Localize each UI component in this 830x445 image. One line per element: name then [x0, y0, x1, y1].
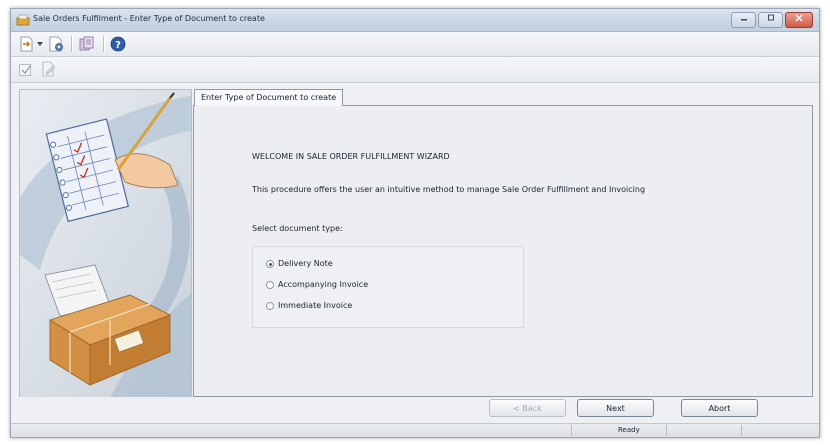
back-button[interactable]: < Back: [489, 399, 566, 417]
close-button[interactable]: [785, 12, 813, 28]
app-icon: [16, 14, 30, 26]
wizard-tab-area: Enter Type of Document to create WELCOME…: [193, 89, 813, 397]
main-toolbar: ?: [11, 32, 819, 57]
radio-checked-icon[interactable]: [266, 259, 274, 268]
database-icon[interactable]: [78, 36, 96, 52]
wizard-panel: WELCOME IN SALE ORDER FULFILLMENT WIZARD…: [193, 105, 813, 397]
close-icon: [795, 14, 803, 22]
dropdown-arrow-icon[interactable]: [37, 42, 43, 47]
radio-label: Immediate Invoice: [278, 301, 353, 310]
document-type-group: Delivery Note Accompanying Invoice Immed…: [252, 246, 524, 328]
document-type-label: Select document type:: [252, 224, 343, 233]
new-document-icon[interactable]: [18, 36, 35, 52]
radio-unchecked-icon[interactable]: [266, 301, 274, 310]
radio-label: Accompanying Invoice: [278, 280, 369, 289]
secondary-toolbar: [11, 57, 819, 83]
wizard-illustration-image: [20, 90, 191, 398]
help-icon[interactable]: ?: [110, 36, 126, 52]
radio-accompanying-invoice[interactable]: Accompanying Invoice: [266, 280, 368, 289]
maximize-icon: [767, 14, 774, 21]
abort-button[interactable]: Abort: [681, 399, 758, 417]
document-edit-icon[interactable]: [40, 61, 56, 77]
welcome-heading: WELCOME IN SALE ORDER FULFILLMENT WIZARD: [252, 152, 450, 161]
status-bar: Ready: [11, 423, 819, 437]
wizard-illustration: [19, 89, 192, 399]
status-text: Ready: [618, 426, 640, 434]
radio-label: Delivery Note: [278, 259, 333, 268]
wizard-button-bar: < Back Next Abort: [11, 397, 819, 424]
app-window: Sale Orders Fulfilment - Enter Type of D…: [10, 8, 820, 438]
maximize-button[interactable]: [758, 12, 783, 28]
settings-document-icon[interactable]: [48, 36, 65, 52]
tab-document-type[interactable]: Enter Type of Document to create: [194, 89, 344, 106]
window-title: Sale Orders Fulfilment - Enter Type of D…: [33, 14, 265, 23]
svg-text:?: ?: [115, 40, 121, 51]
checkbox-icon[interactable]: [18, 62, 33, 77]
radio-delivery-note[interactable]: Delivery Note: [266, 259, 333, 268]
radio-unchecked-icon[interactable]: [266, 280, 274, 289]
minimize-icon: [740, 19, 747, 21]
wizard-description: This procedure offers the user an intuit…: [252, 185, 646, 194]
radio-immediate-invoice[interactable]: Immediate Invoice: [266, 301, 352, 310]
minimize-button[interactable]: [731, 12, 756, 28]
next-button[interactable]: Next: [577, 399, 654, 417]
title-bar[interactable]: Sale Orders Fulfilment - Enter Type of D…: [11, 9, 819, 32]
